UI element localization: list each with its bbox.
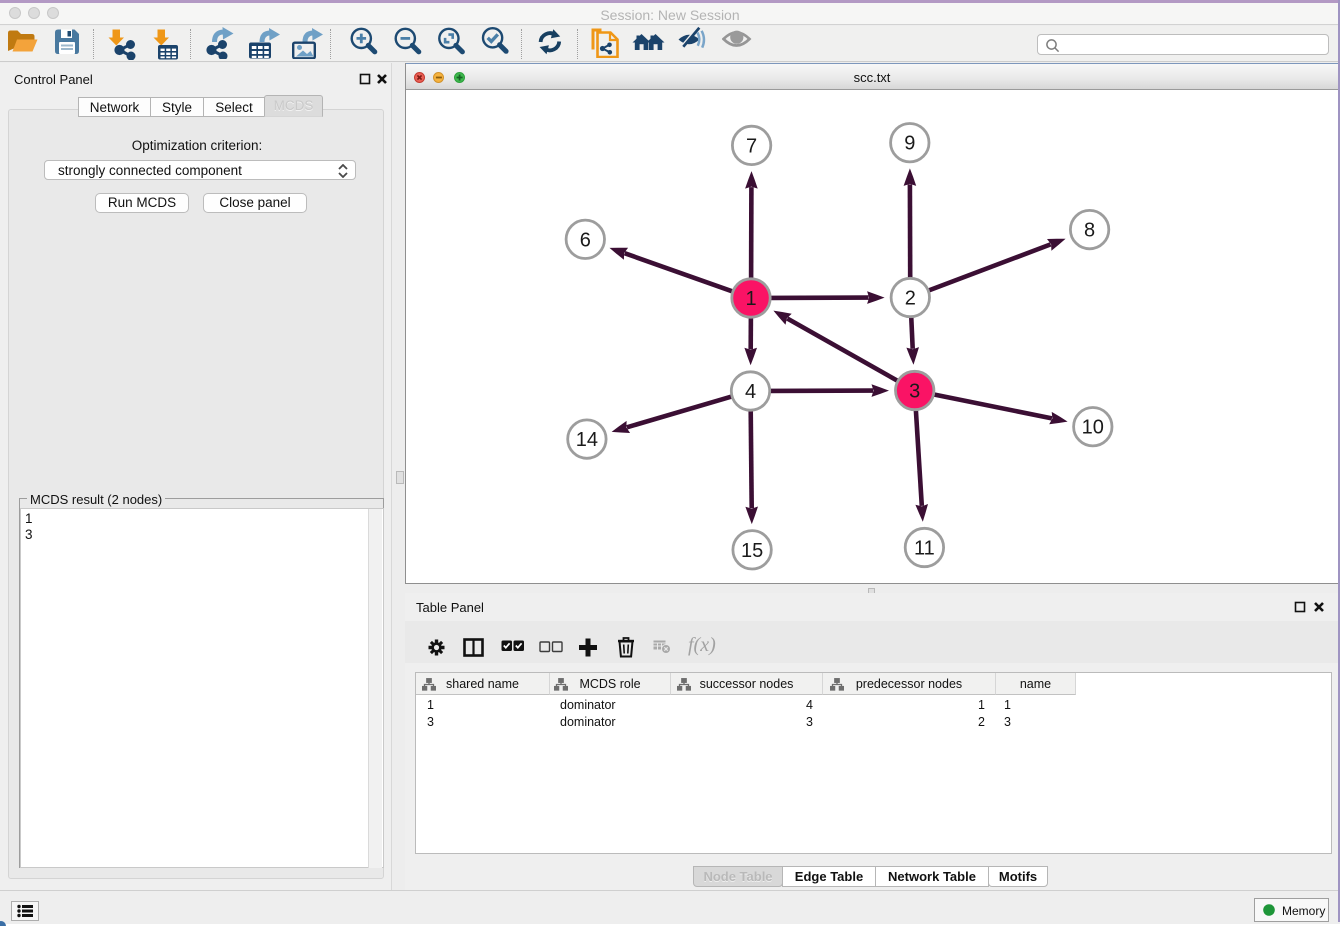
svg-text:11: 11	[914, 538, 935, 560]
svg-text:14: 14	[576, 429, 598, 451]
svg-text:6: 6	[580, 229, 591, 251]
svg-text:10: 10	[1082, 417, 1104, 439]
svg-text:9: 9	[904, 133, 915, 155]
svg-text:15: 15	[741, 540, 763, 562]
svg-text:8: 8	[1084, 220, 1095, 242]
svg-text:3: 3	[909, 381, 920, 403]
svg-text:4: 4	[745, 381, 756, 403]
svg-text:2: 2	[905, 288, 916, 310]
svg-text:7: 7	[746, 135, 757, 157]
svg-text:1: 1	[745, 288, 756, 310]
